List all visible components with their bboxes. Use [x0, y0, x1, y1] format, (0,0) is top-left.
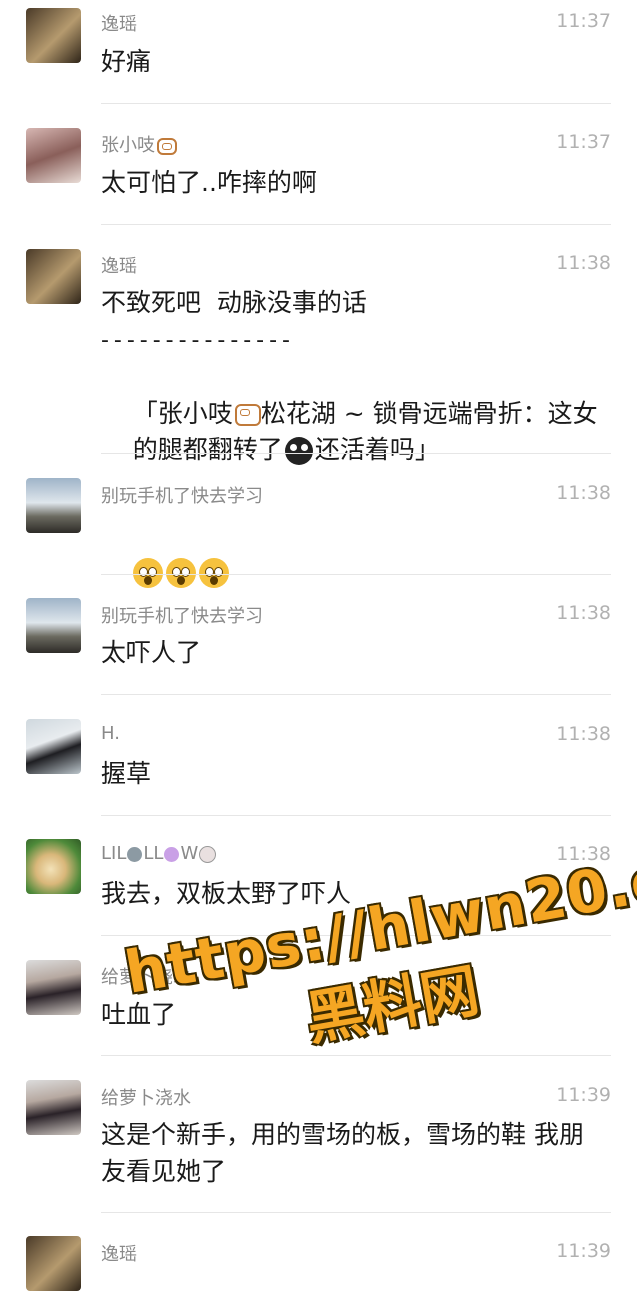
message-text: 这是个新手，用的雪场的板，雪场的鞋 我朋友看见她了	[101, 1120, 584, 1186]
avatar[interactable]	[26, 249, 81, 304]
sender-name[interactable]: H.	[101, 723, 120, 744]
message-time: 11:38	[556, 482, 611, 504]
divider	[101, 103, 611, 104]
avatar[interactable]	[26, 598, 81, 653]
screaming-face-icon	[132, 558, 163, 588]
avatar[interactable]	[26, 8, 81, 63]
avatar[interactable]	[26, 478, 81, 533]
avatar[interactable]	[26, 839, 81, 894]
message-text: 太吓人了	[101, 638, 202, 667]
avatar[interactable]	[26, 128, 81, 183]
avatar[interactable]	[26, 1236, 81, 1291]
snorkel-mask-icon	[157, 137, 177, 155]
quote-part: 还活着吗」	[314, 435, 440, 464]
message-text: 不致死吧 动脉没事的话	[101, 288, 367, 317]
message-time: 11:38	[556, 602, 611, 624]
bird-icon	[127, 846, 143, 862]
avatar[interactable]	[26, 1080, 81, 1135]
sender-name[interactable]: 逸瑶	[101, 10, 137, 36]
divider	[101, 574, 611, 575]
message-time: 11:38	[556, 723, 611, 745]
sender-name-part: LIL	[101, 843, 127, 864]
sender-name-part: W	[180, 843, 199, 864]
rabbit-icon	[199, 845, 217, 863]
divider	[101, 224, 611, 225]
message-time: 11:39	[556, 1084, 611, 1106]
sender-name-part: LL	[143, 843, 164, 864]
quote-part: 的腿都翻转了	[132, 435, 283, 464]
unicorn-icon	[164, 846, 180, 862]
screaming-face-icon	[198, 558, 229, 588]
screaming-face-icon	[165, 558, 196, 588]
message-time: 11:37	[556, 131, 611, 153]
message-text: 好痛	[101, 47, 152, 76]
sender-name[interactable]: 逸瑶	[101, 1240, 137, 1266]
message-time: 11:37	[556, 10, 611, 32]
quote-separator: - - - - - - - - - - - - - - -	[101, 328, 290, 353]
divider	[101, 815, 611, 816]
sender-name[interactable]: 别玩手机了快去学习	[101, 602, 263, 628]
shocked-face-icon	[284, 437, 313, 465]
avatar[interactable]	[26, 719, 81, 774]
message-time: 11:39	[556, 1240, 611, 1262]
divider	[101, 453, 611, 454]
sender-name[interactable]: 别玩手机了快去学习	[101, 482, 263, 508]
message-time: 11:38	[556, 252, 611, 274]
sender-name[interactable]: LIL LL W	[101, 843, 217, 864]
divider	[101, 694, 611, 695]
message-text: 太可怕了..咋摔的啊	[101, 168, 317, 197]
divider	[101, 1212, 611, 1213]
message-text: 握草	[101, 759, 152, 788]
sender-name[interactable]: 张小吱	[101, 131, 177, 157]
avatar[interactable]	[26, 960, 81, 1015]
sender-name[interactable]: 逸瑶	[101, 252, 137, 278]
sender-name-text: 张小吱	[101, 135, 155, 156]
